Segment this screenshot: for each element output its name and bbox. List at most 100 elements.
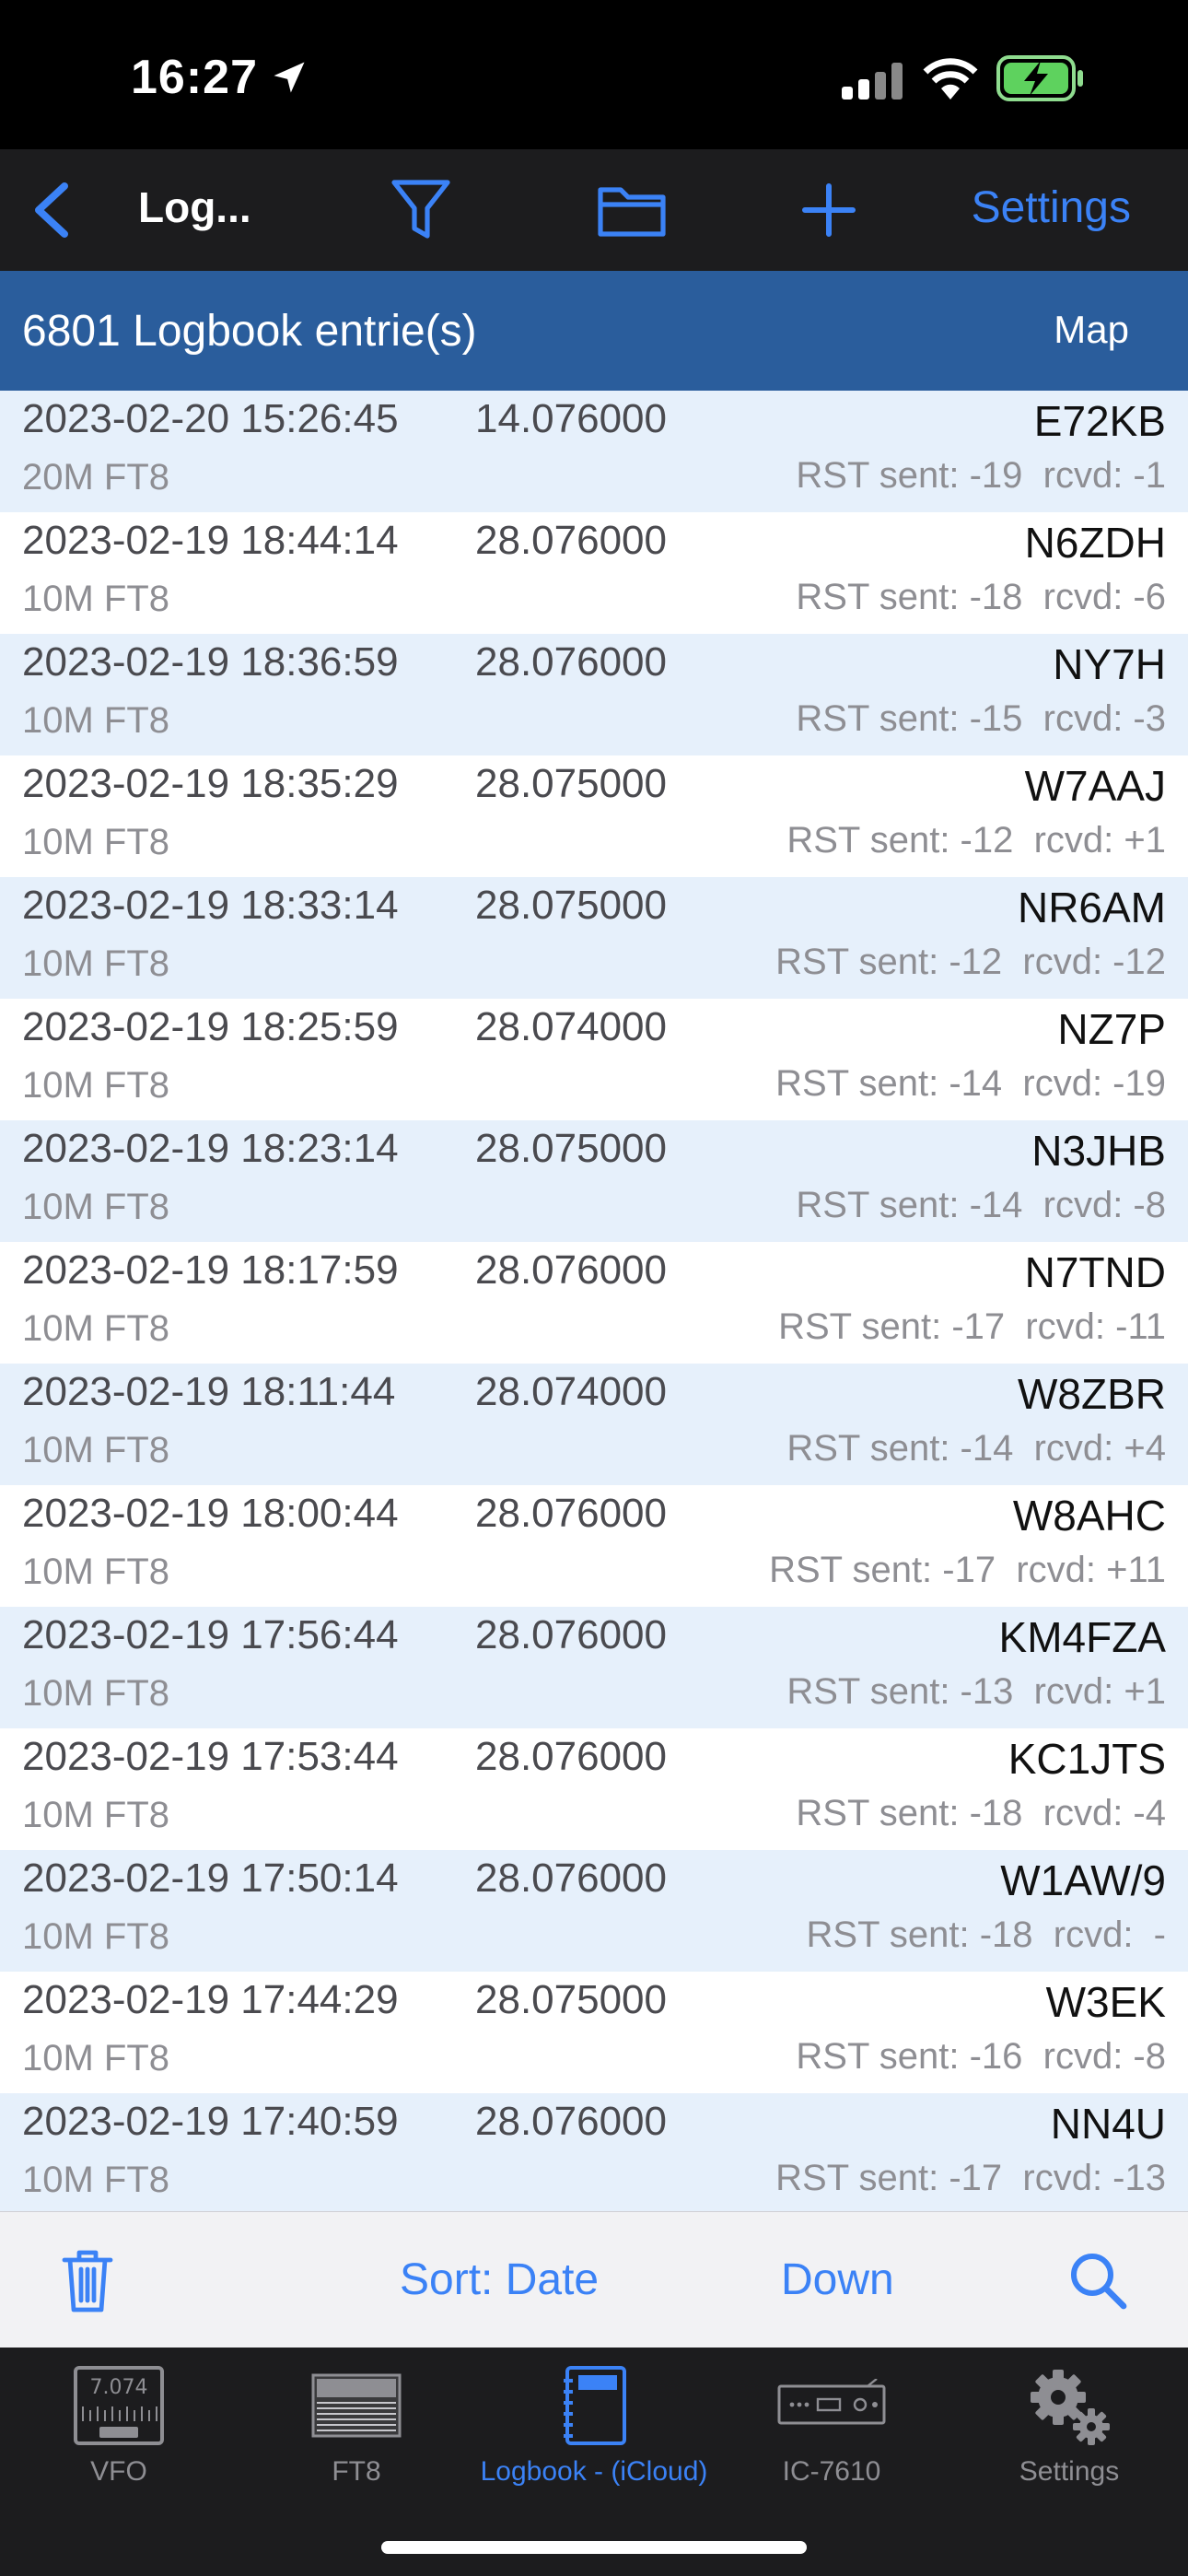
log-entry-row[interactable]: 2023-02-19 18:35:29 28.075000 W7AAJ 10M FT8…: [0, 755, 1188, 877]
folder-icon[interactable]: [597, 182, 667, 238]
log-entry-row[interactable]: 2023-02-19 17:53:44 28.076000 KC1JTS 10M FT…: [0, 1728, 1188, 1850]
location-arrow-icon: [274, 62, 305, 93]
sort-direction-button[interactable]: Down: [781, 2254, 894, 2305]
entry-date: 2023-02-19 18:00:44: [22, 1491, 399, 1536]
gears-icon: [1031, 2370, 1110, 2445]
entry-callsign: W1AW/9: [1000, 1856, 1166, 1904]
entry-rst-report: RST sent: -18 rcvd: -6: [796, 577, 1166, 617]
entry-rst-report: RST sent: -18 rcvd: -4: [796, 1793, 1166, 1833]
tab-label: Settings: [1019, 2456, 1120, 2487]
vfo-icon-text: 7.074: [90, 2376, 148, 2399]
entry-frequency: 28.076000: [475, 1856, 667, 1901]
map-button[interactable]: Map: [1054, 308, 1129, 352]
entry-frequency: 28.076000: [475, 1734, 667, 1779]
entry-frequency: 28.076000: [475, 518, 667, 563]
log-entry-row[interactable]: 2023-02-19 18:36:59 28.076000 NY7H 10M FT8 R…: [0, 634, 1188, 755]
entry-rst-report: RST sent: -15 rcvd: -3: [796, 698, 1166, 739]
sort-button[interactable]: Sort: Date: [400, 2254, 599, 2305]
entry-date: 2023-02-20 15:26:45: [22, 396, 399, 441]
tab-ft8[interactable]: FT8: [238, 2348, 475, 2495]
log-entry-row[interactable]: 2023-02-19 18:17:59 28.076000 N7TND 10M FT8…: [0, 1242, 1188, 1364]
entry-frequency: 28.075000: [475, 883, 667, 928]
entry-count: 6801 Logbook entrie(s): [22, 307, 477, 356]
tab-label: FT8: [332, 2456, 381, 2487]
log-entry-row[interactable]: 2023-02-19 18:44:14 28.076000 N6ZDH 10M FT8…: [0, 512, 1188, 634]
entry-rst-report: RST sent: -19 rcvd: -1: [796, 455, 1166, 496]
entry-frequency: 28.076000: [475, 1491, 667, 1536]
tab-label: VFO: [90, 2456, 147, 2487]
log-entry-row[interactable]: 2023-02-19 17:50:14 28.076000 W1AW/9 10M FT…: [0, 1850, 1188, 1972]
entry-frequency: 28.074000: [475, 1004, 667, 1049]
entry-frequency: 28.076000: [475, 639, 667, 685]
entry-band-mode: 10M FT8: [22, 1430, 170, 1470]
entry-date: 2023-02-19 18:36:59: [22, 639, 399, 685]
log-entry-row[interactable]: 2023-02-19 18:11:44 28.074000 W8ZBR 10M FT8…: [0, 1364, 1188, 1485]
entry-band-mode: 20M FT8: [22, 457, 170, 498]
entry-date: 2023-02-19 18:23:14: [22, 1126, 399, 1171]
entry-date: 2023-02-19 18:44:14: [22, 518, 399, 563]
entry-date: 2023-02-19 18:25:59: [22, 1004, 399, 1049]
entry-date: 2023-02-19 17:50:14: [22, 1856, 399, 1901]
log-entry-row[interactable]: 2023-02-19 17:40:59 28.076000 NN4U 10M FT8 R…: [0, 2093, 1188, 2211]
bottom-toolbar: Sort: Date Down: [0, 2211, 1188, 2348]
search-icon[interactable]: [1068, 2251, 1127, 2310]
entry-callsign: W3EK: [1045, 1978, 1166, 2026]
entry-callsign: W8ZBR: [1018, 1370, 1166, 1418]
entry-frequency: 28.075000: [475, 1126, 667, 1171]
entry-rst-report: RST sent: -17 rcvd: -11: [778, 1306, 1166, 1347]
entry-rst-report: RST sent: -14 rcvd: -8: [796, 1185, 1166, 1225]
logbook-icon: [564, 2366, 626, 2445]
trash-icon[interactable]: [61, 2247, 114, 2313]
entry-callsign: NY7H: [1053, 640, 1166, 688]
entry-band-mode: 10M FT8: [22, 1551, 170, 1592]
log-entry-row[interactable]: 2023-02-19 18:25:59 28.074000 NZ7P 10M FT8 R…: [0, 999, 1188, 1120]
back-chevron-icon[interactable]: [28, 181, 74, 240]
entry-band-mode: 10M FT8: [22, 1308, 170, 1349]
log-entry-row[interactable]: 2023-02-19 17:56:44 28.076000 KM4FZA 10M FT…: [0, 1607, 1188, 1728]
tab-ic7610[interactable]: IC-7610: [713, 2348, 950, 2495]
entry-frequency: 14.076000: [475, 396, 667, 441]
vfo-display-icon: 7.074: [74, 2366, 164, 2445]
logbook-list[interactable]: 2023-02-20 15:26:45 14.076000 E72KB 20M FT8…: [0, 391, 1188, 2211]
entry-callsign: KM4FZA: [998, 1613, 1166, 1661]
navigation-bar: Log... Settings: [0, 149, 1188, 271]
entry-rst-report: RST sent: -16 rcvd: -8: [796, 2036, 1166, 2077]
tab-label: IC-7610: [782, 2456, 881, 2487]
entry-frequency: 28.076000: [475, 1612, 667, 1657]
entry-band-mode: 10M FT8: [22, 943, 170, 984]
tab-label: Logbook - (iCloud): [480, 2456, 708, 2487]
entry-date: 2023-02-19 18:17:59: [22, 1247, 399, 1293]
entry-frequency: 28.074000: [475, 1369, 667, 1414]
entry-rst-report: RST sent: -18 rcvd: -: [806, 1914, 1167, 1955]
battery-charging-icon: [996, 55, 1083, 101]
entry-date: 2023-02-19 18:33:14: [22, 883, 399, 928]
log-entry-row[interactable]: 2023-02-19 18:23:14 28.075000 N3JHB 10M FT8…: [0, 1120, 1188, 1242]
log-entry-row[interactable]: 2023-02-19 18:00:44 28.076000 W8AHC 10M FT8…: [0, 1485, 1188, 1607]
tab-settings[interactable]: Settings: [950, 2348, 1188, 2495]
settings-button[interactable]: Settings: [972, 182, 1131, 233]
entry-date: 2023-02-19 17:53:44: [22, 1734, 399, 1779]
entry-band-mode: 10M FT8: [22, 1916, 170, 1957]
filter-icon[interactable]: [390, 177, 451, 241]
entry-band-mode: 10M FT8: [22, 1673, 170, 1714]
entry-band-mode: 10M FT8: [22, 579, 170, 619]
add-icon[interactable]: [801, 182, 856, 238]
entry-callsign: N3JHB: [1031, 1127, 1166, 1175]
entry-band-mode: 10M FT8: [22, 2160, 170, 2200]
tab-vfo[interactable]: 7.074 VFO: [0, 2348, 238, 2495]
entry-band-mode: 10M FT8: [22, 1187, 170, 1227]
entry-rst-report: RST sent: -13 rcvd: +1: [786, 1671, 1166, 1712]
log-entry-row[interactable]: 2023-02-20 15:26:45 14.076000 E72KB 20M FT8…: [0, 391, 1188, 512]
log-entry-row[interactable]: 2023-02-19 18:33:14 28.075000 NR6AM 10M FT8…: [0, 877, 1188, 999]
entry-frequency: 28.075000: [475, 761, 667, 806]
tab-logbook[interactable]: Logbook - (iCloud): [475, 2348, 713, 2495]
entry-callsign: NR6AM: [1017, 884, 1166, 931]
log-entry-row[interactable]: 2023-02-19 17:44:29 28.075000 W3EK 10M FT8 R…: [0, 1972, 1188, 2093]
logbook-header: 6801 Logbook entrie(s) Map: [0, 271, 1188, 391]
entry-band-mode: 10M FT8: [22, 700, 170, 741]
entry-band-mode: 10M FT8: [22, 822, 170, 862]
entry-frequency: 28.076000: [475, 2099, 667, 2144]
entry-rst-report: RST sent: -12 rcvd: +1: [786, 820, 1166, 861]
entry-rst-report: RST sent: -17 rcvd: -13: [775, 2158, 1166, 2198]
entry-callsign: E72KB: [1033, 397, 1166, 445]
